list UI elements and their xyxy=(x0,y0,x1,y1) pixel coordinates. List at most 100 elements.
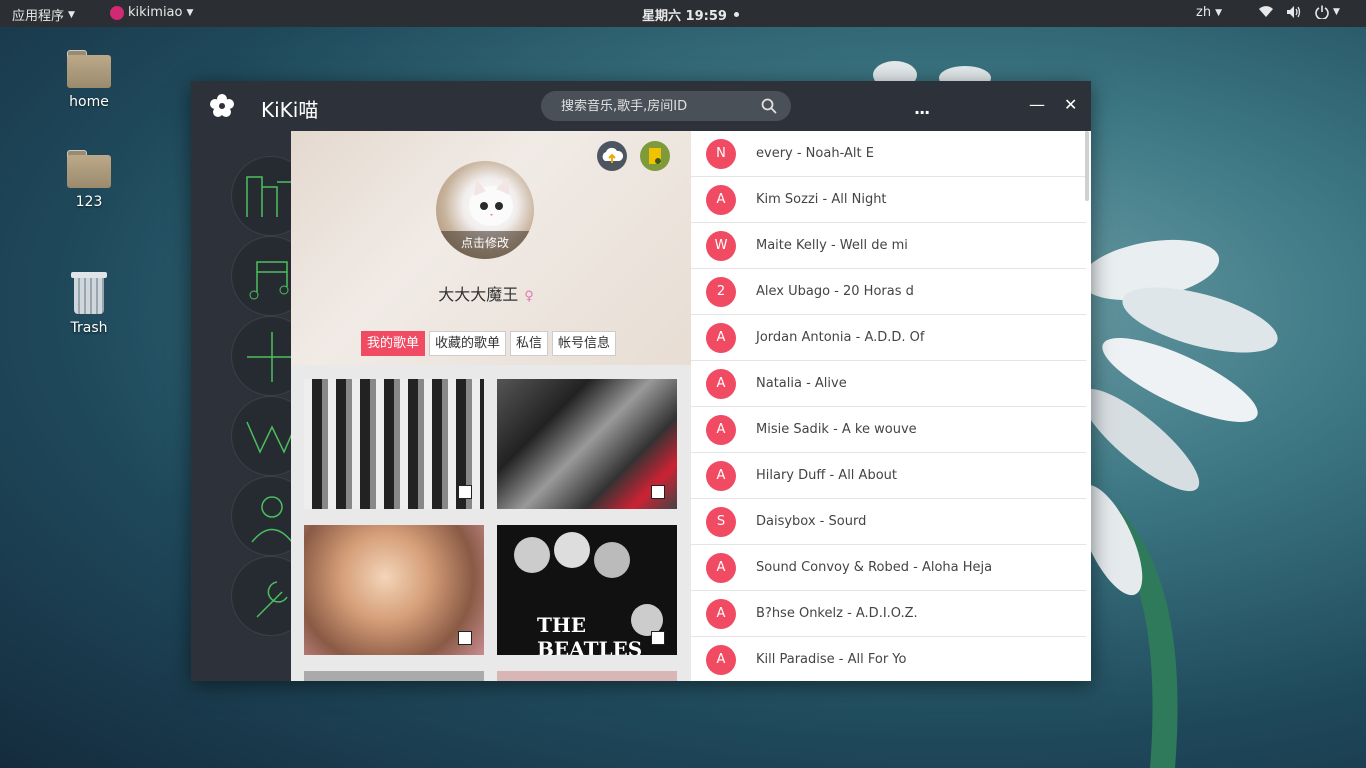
avatar-edit-caption: 点击修改 xyxy=(436,231,534,259)
song-item[interactable]: S Daisybox - Sourd xyxy=(691,499,1086,545)
song-list-scrollbar[interactable] xyxy=(1085,131,1089,201)
song-item[interactable]: 2 Alex Ubago - 20 Horas d xyxy=(691,269,1086,315)
song-item[interactable]: A Sound Convoy & Robed - Aloha Heja xyxy=(691,545,1086,591)
app-indicator-icon xyxy=(110,5,124,20)
top-panel: 应用程序 ▼ kikimiao ▼ 星期六 19:59 zh ▼ ▼ xyxy=(0,0,1366,27)
song-title: Kill Paradise - All For Yo xyxy=(756,652,907,667)
chevron-down-icon: ▼ xyxy=(68,9,75,20)
profile-tabs: 我的歌单 收藏的歌单 私信 帐号信息 xyxy=(361,331,617,356)
clock-label: 星期六 19:59 xyxy=(642,9,727,24)
song-list: N every - Noah-Alt E A Kim Sozzi - All N… xyxy=(691,131,1091,681)
search-icon[interactable] xyxy=(761,98,777,114)
upload-cloud-icon[interactable] xyxy=(597,141,627,171)
wifi-icon[interactable] xyxy=(1258,5,1274,19)
sidebar xyxy=(191,131,311,681)
song-item[interactable]: A Hilary Duff - All About xyxy=(691,453,1086,499)
notification-dot-icon xyxy=(733,12,739,17)
close-button[interactable]: ✕ xyxy=(1064,95,1077,114)
song-item[interactable]: A B?hse Onkelz - A.D.I.O.Z. xyxy=(691,591,1086,637)
edit-icon[interactable] xyxy=(651,485,665,499)
song-item[interactable]: A Kim Sozzi - All Night xyxy=(691,177,1086,223)
user-menu-label: kikimiao xyxy=(128,5,183,20)
profile-header: 点击修改 大大大魔王 ♀ 我的歌单 收藏的歌单 私信 帐号信息 xyxy=(291,131,691,365)
desktop-icon-label: 123 xyxy=(75,194,103,210)
volume-icon[interactable] xyxy=(1286,5,1302,19)
desktop-icon-label: Trash xyxy=(70,320,108,336)
chevron-down-icon: ▼ xyxy=(1215,7,1222,18)
song-title: Alex Ubago - 20 Horas d xyxy=(756,284,914,299)
song-title: Daisybox - Sourd xyxy=(756,514,867,529)
app-title: KiKi喵 xyxy=(261,98,319,122)
trash-icon xyxy=(71,268,107,314)
song-title: Natalia - Alive xyxy=(756,376,847,391)
song-title: Hilary Duff - All About xyxy=(756,468,897,483)
song-badge: N xyxy=(706,138,736,169)
search-box[interactable] xyxy=(541,91,791,121)
tab-my-playlists[interactable]: 我的歌单 xyxy=(361,331,426,356)
song-badge: 2 xyxy=(706,276,736,307)
language-indicator[interactable]: zh ▼ xyxy=(1196,5,1222,20)
power-icon[interactable]: ▼ xyxy=(1315,5,1340,19)
home-folder-icon xyxy=(67,50,111,88)
edit-icon[interactable] xyxy=(651,631,665,645)
song-title: Misie Sadik - A ke wouve xyxy=(756,422,917,437)
profile-panel: 点击修改 大大大魔王 ♀ 我的歌单 收藏的歌单 私信 帐号信息 THE BEAT… xyxy=(291,131,691,681)
song-title: Maite Kelly - Well de mi xyxy=(756,238,908,253)
playlist-cover[interactable] xyxy=(497,671,677,681)
username-row: 大大大魔王 ♀ xyxy=(291,281,681,305)
song-title: Jordan Antonia - A.D.D. Of xyxy=(756,330,925,345)
chevron-down-icon: ▼ xyxy=(186,7,194,18)
avatar[interactable]: 点击修改 xyxy=(436,161,534,259)
tab-messages[interactable]: 私信 xyxy=(510,331,549,356)
playlist-cover[interactable] xyxy=(304,525,484,655)
song-badge: S xyxy=(706,506,736,537)
edit-icon[interactable] xyxy=(458,631,472,645)
song-item[interactable]: A Jordan Antonia - A.D.D. Of xyxy=(691,315,1086,361)
song-item[interactable]: W Maite Kelly - Well de mi xyxy=(691,223,1086,269)
song-badge: A xyxy=(706,322,736,353)
music-file-icon[interactable] xyxy=(640,141,670,171)
song-badge: A xyxy=(706,414,736,445)
song-title: B?hse Onkelz - A.D.I.O.Z. xyxy=(756,606,918,621)
minimize-button[interactable]: — xyxy=(1029,95,1045,114)
song-item[interactable]: A Natalia - Alive xyxy=(691,361,1086,407)
chevron-down-icon: ▼ xyxy=(1333,7,1340,17)
applications-menu-label: 应用程序 xyxy=(12,9,65,24)
clock[interactable]: 星期六 19:59 xyxy=(642,5,739,24)
playlist-cover[interactable]: THE BEATLES xyxy=(497,525,677,655)
song-badge: A xyxy=(706,184,736,215)
song-badge: A xyxy=(706,368,736,399)
song-title: Sound Convoy & Robed - Aloha Heja xyxy=(756,560,993,575)
search-input[interactable] xyxy=(561,98,751,114)
playlist-cover[interactable] xyxy=(497,379,677,509)
song-item[interactable]: A Misie Sadik - A ke wouve xyxy=(691,407,1086,453)
desktop-icon-home[interactable]: home xyxy=(54,50,124,110)
kiki-app-window: KiKi喵 ... — ✕ xyxy=(191,81,1091,681)
song-badge: A xyxy=(706,552,736,583)
song-item[interactable]: A Kill Paradise - All For Yo xyxy=(691,637,1086,681)
app-logo-icon xyxy=(210,94,234,117)
female-icon: ♀ xyxy=(524,289,534,304)
user-menu[interactable]: kikimiao ▼ xyxy=(110,5,193,20)
desktop-icon-123[interactable]: 123 xyxy=(54,150,124,210)
desktop-icon-trash[interactable]: Trash xyxy=(54,268,124,336)
folder-icon xyxy=(67,150,111,188)
tab-account-info[interactable]: 帐号信息 xyxy=(552,331,617,356)
tab-favorite-playlists[interactable]: 收藏的歌单 xyxy=(429,331,507,356)
playlist-cover[interactable] xyxy=(304,671,484,681)
edit-icon[interactable] xyxy=(458,485,472,499)
song-badge: A xyxy=(706,598,736,629)
song-title: every - Noah-Alt E xyxy=(756,146,874,161)
song-badge: W xyxy=(706,230,736,261)
applications-menu[interactable]: 应用程序 ▼ xyxy=(12,5,75,24)
desktop-icon-label: home xyxy=(69,94,109,110)
song-badge: A xyxy=(706,460,736,491)
song-item[interactable]: N every - Noah-Alt E xyxy=(691,131,1086,177)
language-label: zh xyxy=(1196,5,1212,20)
username: 大大大魔王 xyxy=(438,285,519,304)
song-title: Kim Sozzi - All Night xyxy=(756,192,887,207)
song-badge: A xyxy=(706,644,736,675)
window-header: KiKi喵 ... — ✕ xyxy=(191,81,1091,131)
playlist-cover[interactable] xyxy=(304,379,484,509)
more-button[interactable]: ... xyxy=(914,99,930,118)
